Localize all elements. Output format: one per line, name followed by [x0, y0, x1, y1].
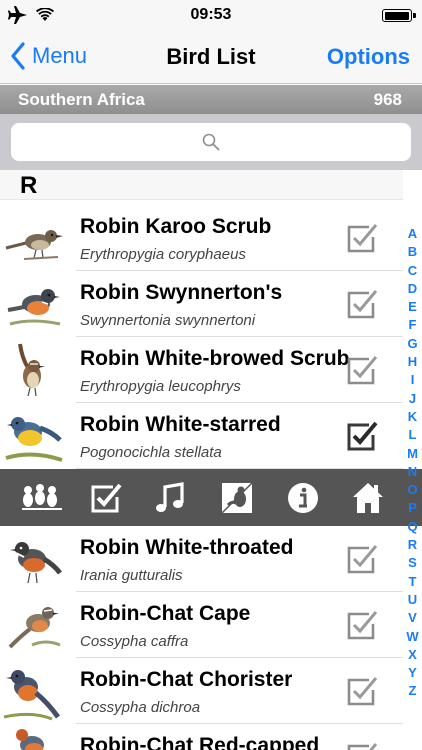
navigation-bar: Menu Bird List Options	[0, 30, 422, 84]
checkbox-unchecked-icon[interactable]	[345, 674, 379, 708]
info-icon	[288, 483, 318, 513]
bird-latin-name: Pogonocichla stellata	[80, 444, 222, 461]
bird-row[interactable]: Robin Karoo Scrub Erythropygia coryphaeu…	[0, 205, 403, 271]
bird-name: Robin Swynnerton's	[80, 281, 283, 304]
bird-latin-name: Irania gutturalis	[80, 567, 183, 584]
birds-flock-icon	[22, 484, 62, 510]
checkbox-checked-icon[interactable]	[345, 419, 379, 453]
bird-row[interactable]: Robin-Chat Cape Cossypha caffra	[0, 592, 403, 658]
region-bar: Southern Africa 968	[0, 85, 422, 114]
status-time: 09:53	[190, 6, 232, 23]
bird-row[interactable]: Robin Swynnerton's Swynnertonia swynnert…	[0, 271, 403, 337]
bird-name: Robin White-throated	[80, 536, 294, 559]
index-letter[interactable]: P	[408, 499, 417, 517]
search-box	[11, 123, 411, 161]
bird-latin-name: Cossypha dichroa	[80, 699, 201, 716]
index-letter[interactable]: U	[408, 591, 417, 609]
bird-row[interactable]: Robin White-starred Pogonocichla stellat…	[0, 403, 403, 469]
home-button[interactable]	[346, 477, 390, 519]
index-letter[interactable]: I	[411, 371, 415, 389]
bird-compare-icon	[221, 482, 253, 514]
bird-thumbnail	[5, 230, 63, 260]
checkbox-unchecked-icon[interactable]	[345, 740, 379, 750]
bird-latin-name: Erythropygia leucophrys	[80, 378, 241, 395]
options-button[interactable]: Options	[327, 44, 410, 70]
home-icon	[353, 483, 383, 513]
menu-back-button[interactable]: Menu	[10, 42, 87, 70]
index-letter[interactable]: K	[408, 408, 417, 426]
index-letter[interactable]: J	[409, 390, 416, 408]
bird-row[interactable]: Robin White-throated Irania gutturalis	[0, 526, 403, 592]
bird-name: Robin-Chat Cape	[80, 602, 251, 625]
index-letter[interactable]: C	[408, 262, 417, 280]
index-letter[interactable]: F	[409, 316, 417, 334]
checkbox-unchecked-icon[interactable]	[345, 221, 379, 255]
bird-thumbnail	[8, 607, 61, 649]
bird-latin-name: Erythropygia coryphaeus	[80, 246, 246, 263]
index-letter[interactable]: X	[408, 646, 417, 664]
bird-row[interactable]: Robin-Chat Red-capped	[0, 724, 403, 750]
index-letter[interactable]: D	[408, 280, 417, 298]
checklist-button[interactable]	[84, 477, 128, 519]
region-count: 968	[373, 90, 402, 109]
alphabet-index: A B C D E F G H I J K L M N O P Q R S T …	[403, 225, 422, 705]
bird-name: Robin-Chat Chorister	[80, 668, 293, 691]
music-note-icon	[156, 482, 184, 512]
bird-thumbnail	[10, 542, 62, 584]
bottom-toolbar	[0, 469, 422, 526]
search-bar	[0, 114, 422, 170]
checklist-icon	[91, 483, 122, 513]
index-letter[interactable]: A	[408, 225, 417, 243]
bird-name: Robin Karoo Scrub	[80, 215, 272, 238]
index-letter[interactable]: W	[406, 628, 418, 646]
bird-thumbnail	[18, 343, 45, 397]
bird-thumbnail	[7, 289, 61, 326]
index-letter[interactable]: V	[408, 609, 417, 627]
index-letter[interactable]: Z	[409, 682, 417, 700]
compare-button[interactable]	[215, 477, 259, 519]
bird-name: Robin-Chat Red-capped	[80, 734, 320, 750]
index-letter[interactable]: S	[408, 554, 417, 572]
status-bar: 09:53	[0, 0, 422, 30]
index-letter[interactable]: R	[408, 536, 417, 554]
birds-flock-button[interactable]	[20, 477, 64, 519]
index-letter[interactable]: Y	[408, 664, 417, 682]
index-letter[interactable]: N	[408, 463, 417, 481]
info-button[interactable]	[281, 477, 325, 519]
index-letter[interactable]: L	[409, 426, 417, 444]
section-header: R	[0, 170, 403, 200]
region-name: Southern Africa	[18, 90, 145, 109]
index-letter[interactable]: T	[409, 573, 417, 591]
bird-row[interactable]: Robin-Chat Chorister Cossypha dichroa	[0, 658, 403, 724]
index-letter[interactable]: H	[408, 353, 417, 371]
checkbox-unchecked-icon[interactable]	[345, 608, 379, 642]
bird-row[interactable]: Robin White-browed Scrub Erythropygia le…	[0, 337, 403, 403]
bird-latin-name: Swynnertonia swynnertoni	[80, 312, 256, 329]
checkbox-unchecked-icon[interactable]	[345, 287, 379, 321]
section-letter: R	[20, 172, 38, 199]
sounds-button[interactable]	[149, 477, 193, 519]
index-letter[interactable]: Q	[407, 518, 417, 536]
index-letter[interactable]: G	[407, 335, 417, 353]
menu-back-label: Menu	[32, 43, 88, 68]
index-letter[interactable]: E	[408, 298, 417, 316]
chevron-left-icon	[11, 42, 25, 70]
bird-thumbnail	[5, 417, 63, 462]
bird-thumbnail	[3, 670, 61, 721]
search-input[interactable]	[11, 123, 411, 161]
bird-name: Robin White-browed Scrub	[80, 347, 350, 370]
bird-thumbnail	[16, 729, 44, 750]
bird-latin-name: Cossypha caffra	[80, 633, 189, 650]
index-letter[interactable]: B	[408, 243, 417, 261]
checkbox-unchecked-icon[interactable]	[345, 353, 379, 387]
battery-icon	[382, 9, 416, 22]
checkbox-unchecked-icon[interactable]	[345, 542, 379, 576]
index-letter[interactable]: O	[407, 481, 417, 499]
index-letter[interactable]: M	[407, 445, 418, 463]
bird-name: Robin White-starred	[80, 413, 281, 436]
